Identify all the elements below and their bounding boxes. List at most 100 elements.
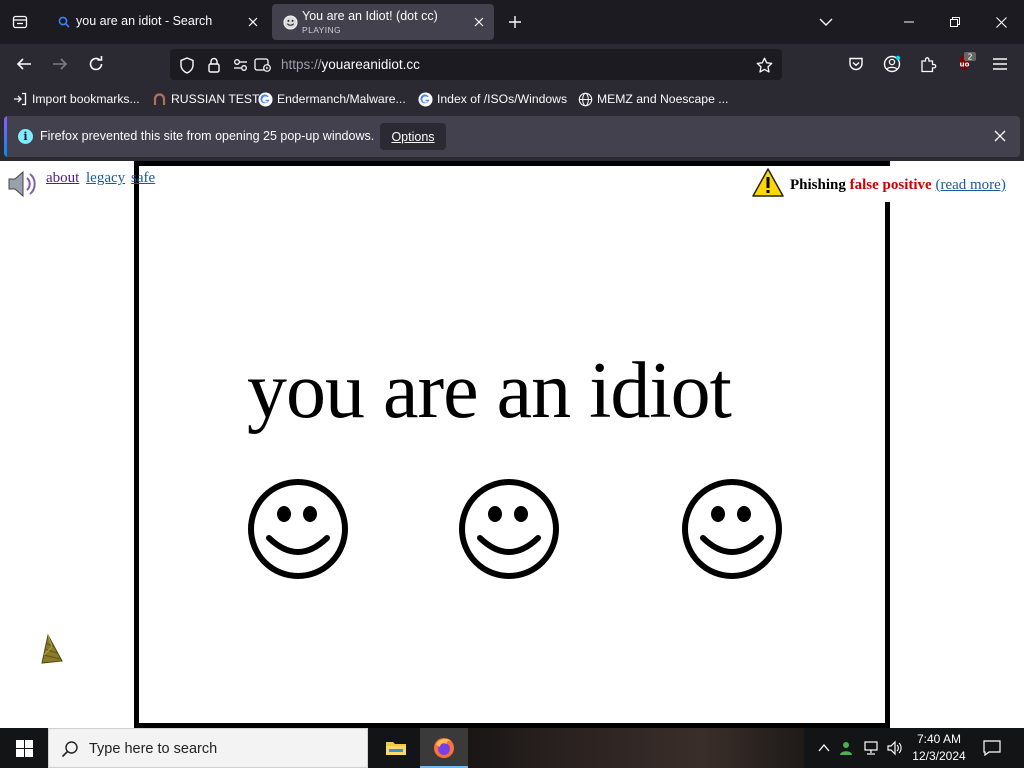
start-button[interactable] bbox=[0, 728, 48, 768]
globe-icon bbox=[577, 91, 593, 107]
network-icon bbox=[864, 741, 878, 755]
account-button[interactable] bbox=[878, 50, 906, 78]
reload-button[interactable] bbox=[82, 50, 110, 78]
idiot-popup-window[interactable]: you are an idiot bbox=[134, 161, 890, 728]
people-icon bbox=[840, 742, 852, 755]
url-text[interactable]: https://youareanidiot.cc bbox=[281, 57, 420, 72]
autoplay-icon[interactable] bbox=[254, 56, 272, 74]
bookmark-isos-windows[interactable]: Index of /ISOs/Windows bbox=[417, 90, 567, 108]
firefox-view-icon bbox=[12, 15, 28, 29]
clock-date: 12/3/2024 bbox=[912, 749, 966, 763]
close-window-button[interactable] bbox=[978, 0, 1024, 44]
safe-link[interactable]: safe bbox=[131, 170, 155, 187]
close-icon bbox=[248, 17, 258, 27]
file-explorer-button[interactable] bbox=[372, 728, 420, 768]
notification-accent-strip bbox=[4, 116, 7, 157]
warning-icon bbox=[752, 168, 784, 197]
tab-search[interactable]: you are an idiot - Search bbox=[46, 4, 268, 40]
phishing-text: Phishing false positive (read more) bbox=[790, 177, 1006, 194]
headline: you are an idiot bbox=[247, 347, 732, 435]
smiley-face-icon bbox=[248, 479, 348, 579]
notification-close-button[interactable] bbox=[990, 126, 1010, 146]
back-button[interactable] bbox=[10, 50, 38, 78]
plus-icon bbox=[509, 16, 521, 28]
tab-playing-label: PLAYING bbox=[302, 25, 342, 35]
smiley-face-icon bbox=[682, 479, 782, 579]
windows-logo-icon bbox=[15, 739, 33, 757]
smiley-face-icon bbox=[459, 479, 559, 579]
bookmark-label: MEMZ and Noescape ... bbox=[597, 92, 729, 106]
bookmark-memz[interactable]: MEMZ and Noescape ... bbox=[577, 90, 728, 108]
tab-strip: you are an idiot - Search You are an Idi… bbox=[0, 0, 1024, 44]
google-icon bbox=[417, 91, 433, 107]
wallpaper-background bbox=[468, 728, 804, 768]
firefox-icon bbox=[434, 738, 454, 758]
tab-close-button[interactable] bbox=[470, 13, 488, 31]
permissions-icon[interactable] bbox=[233, 56, 251, 74]
close-icon bbox=[994, 130, 1006, 142]
speaker-icon[interactable] bbox=[6, 167, 40, 201]
new-tab-button[interactable] bbox=[503, 10, 527, 34]
about-link[interactable]: about bbox=[46, 170, 79, 187]
restore-button[interactable] bbox=[932, 0, 978, 44]
action-center-button[interactable] bbox=[980, 736, 1004, 760]
search-icon bbox=[56, 14, 72, 30]
pine-cone-icon bbox=[41, 633, 63, 664]
close-icon bbox=[995, 16, 1007, 28]
tab-you-are-an-idiot[interactable]: You are an Idiot! (dot cc) PLAYING bbox=[272, 4, 494, 40]
pocket-button[interactable] bbox=[842, 50, 870, 78]
extensions-badge: 2 bbox=[967, 53, 972, 62]
tab-title: You are an Idiot! (dot cc) bbox=[302, 9, 438, 23]
smiley-favicon-icon bbox=[282, 14, 298, 30]
ublock-origin-button[interactable]: uo 2 bbox=[950, 50, 978, 78]
notification-icon bbox=[983, 740, 1001, 756]
import-icon bbox=[12, 91, 28, 107]
bookmark-endermanch[interactable]: Endermanch/Malware... bbox=[257, 90, 406, 108]
show-hidden-icons-button[interactable] bbox=[814, 738, 834, 758]
extensions-button[interactable] bbox=[914, 50, 942, 78]
navigation-toolbar: https://youareanidiot.cc uo 2 bbox=[0, 44, 1024, 85]
folder-icon bbox=[386, 742, 406, 755]
volume-tray-button[interactable] bbox=[884, 738, 904, 758]
people-tray-button[interactable] bbox=[836, 738, 856, 758]
tracking-protection-shield-icon[interactable] bbox=[178, 56, 196, 74]
ublock-shield-icon: uo2 bbox=[960, 52, 976, 71]
bookmark-label: Index of /ISOs/Windows bbox=[437, 92, 568, 106]
bookmark-russian-test[interactable]: RUSSIAN TEST bbox=[151, 90, 260, 108]
reload-icon bbox=[89, 56, 103, 71]
network-tray-button[interactable] bbox=[861, 738, 881, 758]
pocket-icon bbox=[849, 57, 863, 71]
address-bar[interactable]: https://youareanidiot.cc bbox=[170, 49, 782, 80]
lock-icon[interactable] bbox=[205, 56, 223, 74]
close-icon bbox=[474, 17, 484, 27]
bookmark-label: Endermanch/Malware... bbox=[277, 92, 406, 106]
taskbar-search-box[interactable]: Type here to search bbox=[48, 728, 368, 768]
restore-icon bbox=[950, 17, 960, 27]
legacy-link[interactable]: legacy bbox=[86, 170, 125, 187]
arrow-left-icon bbox=[16, 58, 31, 70]
app-menu-button[interactable] bbox=[986, 50, 1014, 78]
list-all-tabs-button[interactable] bbox=[814, 12, 838, 32]
notification-message: Firefox prevented this site from opening… bbox=[40, 129, 375, 143]
notification-options-button[interactable]: Options bbox=[380, 123, 446, 150]
taskbar-clock[interactable]: 7:40 AM 12/3/2024 bbox=[906, 731, 972, 765]
minimize-button[interactable] bbox=[886, 0, 932, 44]
puzzle-icon bbox=[920, 56, 936, 72]
search-icon bbox=[61, 741, 78, 758]
account-icon bbox=[883, 55, 901, 73]
phishing-label: Phishing bbox=[790, 177, 846, 193]
false-positive-label: false positive bbox=[849, 177, 932, 193]
read-more-link[interactable]: (read more) bbox=[935, 177, 1005, 193]
bookmark-import[interactable]: Import bookmarks... bbox=[12, 90, 140, 108]
bookmark-label: Import bookmarks... bbox=[32, 92, 140, 106]
tab-close-button[interactable] bbox=[244, 13, 262, 31]
url-host: youareanidiot.cc bbox=[321, 57, 420, 72]
notification-area: i Firefox prevented this site from openi… bbox=[0, 113, 1024, 161]
url-scheme: https:// bbox=[281, 57, 322, 72]
firefox-view-button[interactable] bbox=[0, 0, 40, 44]
bookmark-star-icon[interactable] bbox=[755, 56, 773, 74]
volume-icon bbox=[887, 740, 902, 756]
chevron-up-icon bbox=[818, 744, 830, 752]
firefox-taskbar-button[interactable] bbox=[420, 728, 468, 768]
forward-button[interactable] bbox=[46, 50, 74, 78]
